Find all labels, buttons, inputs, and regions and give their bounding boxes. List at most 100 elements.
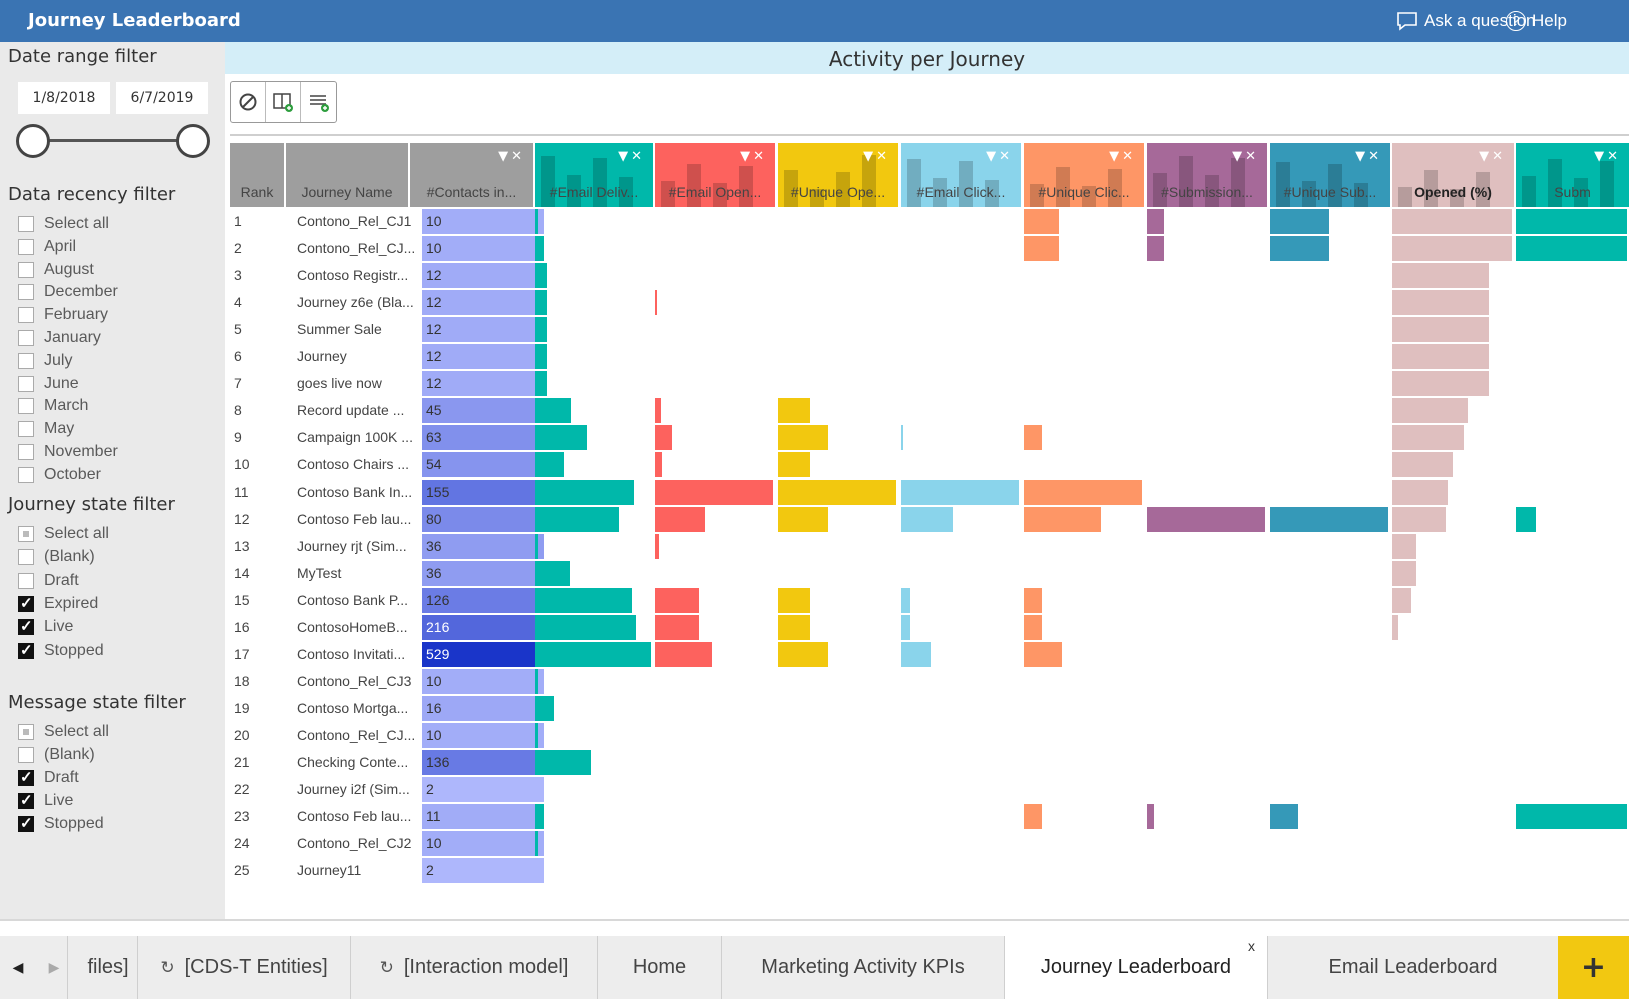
data-recency-option[interactable]: January [18,327,101,349]
checkbox[interactable] [18,238,34,255]
column-header[interactable]: ▼✕ #Email Open... [655,143,775,207]
table-row[interactable]: 13 Journey rjt (Sim... 36 [230,533,1629,560]
checkbox[interactable] [18,768,34,786]
checkbox[interactable] [18,261,34,278]
data-recency-option[interactable]: December [18,281,118,303]
journey-state-option[interactable]: (Blank) [18,546,95,568]
table-row[interactable]: 10 Contoso Chairs ... 54 [230,451,1629,478]
checkbox[interactable] [18,572,34,589]
filter-delete-icon[interactable]: ▼✕ [986,149,1013,164]
filter-delete-icon[interactable]: ▼✕ [618,149,645,164]
column-header[interactable]: ▼✕ Subm [1516,143,1629,207]
filter-delete-icon[interactable]: ▼✕ [498,149,525,164]
data-recency-option[interactable]: February [18,304,108,326]
start-date-handle[interactable] [16,124,50,158]
message-state-option[interactable]: Draft [18,767,79,789]
message-state-option[interactable]: Select all [18,721,109,743]
add-page-button[interactable]: + [1558,936,1629,999]
table-row[interactable]: 16 ContosoHomeB... 216 [230,614,1629,641]
checkbox[interactable] [18,466,34,483]
checkbox[interactable] [18,330,34,346]
page-tab[interactable]: files] [67,936,137,999]
table-row[interactable]: 23 Contoso Feb lau... 11 [230,803,1629,830]
table-row[interactable]: 3 Contoso Registr... 12 [230,262,1629,289]
column-header[interactable]: ▼✕ #Unique Clic... [1024,143,1144,207]
table-row[interactable]: 6 Journey 12 [230,343,1629,370]
column-header[interactable]: ▼✕ #Email Deliv... [535,143,653,207]
table-row[interactable]: 22 Journey i2f (Sim... 2 [230,776,1629,803]
horizontal-scrollbar[interactable] [0,919,1629,921]
checkbox[interactable] [18,814,34,832]
message-state-option[interactable]: (Blank) [18,744,95,766]
table-row[interactable]: 21 Checking Conte... 136 [230,749,1629,776]
table-row[interactable]: 5 Summer Sale 12 [230,316,1629,343]
checkbox[interactable] [18,641,34,659]
column-header[interactable]: ▼✕ #Unique Sub... [1270,143,1390,207]
checkbox[interactable] [18,444,34,460]
end-date-input[interactable]: 6/7/2019 [116,82,208,114]
data-recency-option[interactable]: November [18,441,118,463]
help-button[interactable]: ? Help [1506,11,1567,31]
column-header[interactable]: ▼✕ #Contacts in... [410,143,533,207]
data-recency-option[interactable]: Select all [18,213,109,235]
page-tab[interactable]: Marketing Activity KPIs [721,936,1004,999]
close-tab-button[interactable]: x [1248,938,1255,954]
checkbox[interactable] [18,594,34,612]
checkbox[interactable] [18,747,34,763]
journey-state-option[interactable]: Live [18,616,73,638]
message-state-option[interactable]: Stopped [18,813,104,835]
table-row[interactable]: 4 Journey z6e (Bla... 12 [230,289,1629,316]
filter-delete-icon[interactable]: ▼✕ [1355,149,1382,164]
table-row[interactable]: 14 MyTest 36 [230,560,1629,587]
data-recency-option[interactable]: October [18,464,101,486]
table-row[interactable]: 1 Contono_Rel_CJ1 10 [230,208,1629,235]
table-row[interactable]: 19 Contoso Mortga... 16 [230,695,1629,722]
column-header[interactable]: ▼✕ #Unique Ope... [778,143,898,207]
table-row[interactable]: 20 Contono_Rel_CJ... 10 [230,722,1629,749]
table-row[interactable]: 12 Contoso Feb lau... 80 [230,506,1629,533]
filter-delete-icon[interactable]: ▼✕ [1479,149,1506,164]
page-tab[interactable]: ↻ [CDS-T Entities] [137,936,350,999]
checkbox[interactable] [18,375,34,392]
filter-delete-icon[interactable]: ▼✕ [863,149,890,164]
message-state-option[interactable]: Live [18,790,73,812]
tab-scroll-left-button[interactable]: ◀ [0,936,36,999]
start-date-input[interactable]: 1/8/2018 [18,82,110,114]
data-recency-option[interactable]: May [18,418,74,440]
filter-delete-icon[interactable]: ▼✕ [1594,149,1621,164]
table-row[interactable]: 11 Contoso Bank In... 155 [230,479,1629,506]
journey-state-option[interactable]: Select all [18,523,109,545]
checkbox[interactable] [18,307,34,324]
column-header[interactable]: Journey Name [286,143,408,207]
data-recency-option[interactable]: July [18,350,72,372]
column-header[interactable]: Rank [230,143,284,207]
checkbox[interactable] [18,617,34,636]
column-header[interactable]: ▼✕ #Email Click... [901,143,1021,207]
data-recency-option[interactable]: March [18,395,88,417]
filter-delete-icon[interactable]: ▼✕ [740,149,767,164]
date-range-slider[interactable] [33,139,195,142]
table-row[interactable]: 25 Journey11 2 [230,857,1629,884]
journey-state-option[interactable]: Draft [18,570,79,592]
page-tab[interactable]: ↻ [Interaction model] [350,936,597,999]
table-row[interactable]: 8 Record update ... 45 [230,397,1629,424]
checkbox[interactable] [18,791,34,809]
data-recency-option[interactable]: April [18,236,76,258]
checkbox[interactable] [18,398,34,415]
table-row[interactable]: 9 Campaign 100K ... 63 [230,424,1629,451]
checkbox[interactable] [18,526,34,542]
checkbox[interactable] [18,549,34,566]
checkbox[interactable] [18,352,34,369]
data-recency-option[interactable]: June [18,373,79,395]
journey-state-option[interactable]: Stopped [18,640,104,662]
page-tab[interactable]: Home [597,936,721,999]
table-row[interactable]: 17 Contoso Invitati... 529 [230,641,1629,668]
add-row-button[interactable] [301,82,336,122]
checkbox[interactable] [18,421,34,438]
checkbox[interactable] [18,216,34,232]
journey-state-option[interactable]: Expired [18,593,98,615]
filter-delete-icon[interactable]: ▼✕ [1109,149,1136,164]
page-tab[interactable]: Journey Leaderboard x [1004,936,1267,999]
page-tab[interactable]: Email Leaderboard [1267,936,1558,999]
clear-filter-button[interactable] [231,82,266,122]
